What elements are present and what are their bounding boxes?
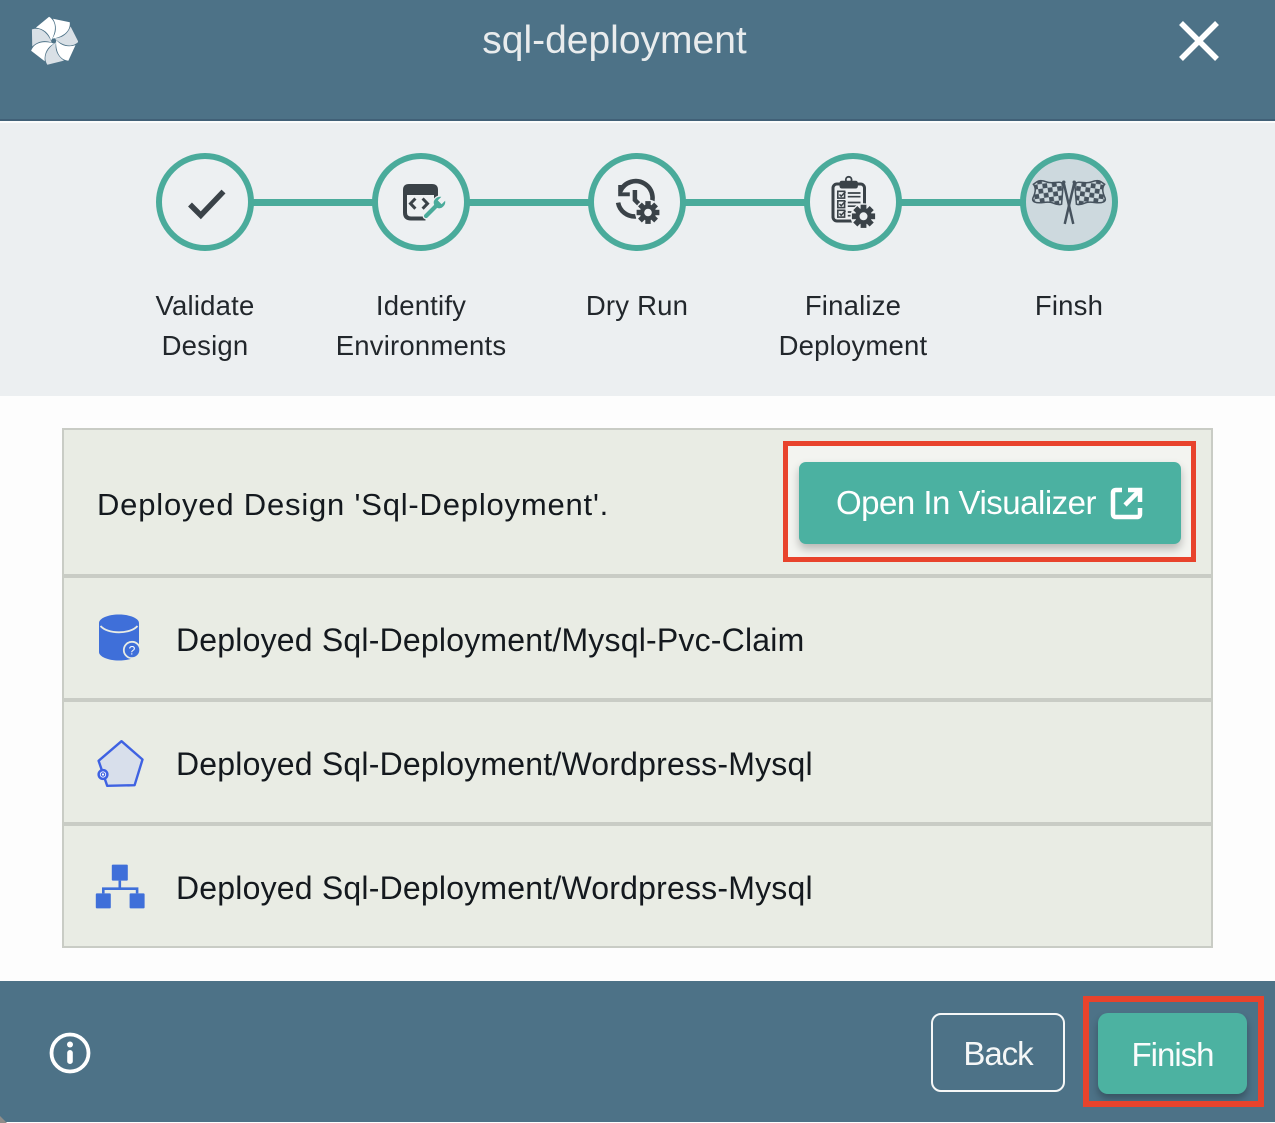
svg-text:?: ? [129, 644, 136, 658]
